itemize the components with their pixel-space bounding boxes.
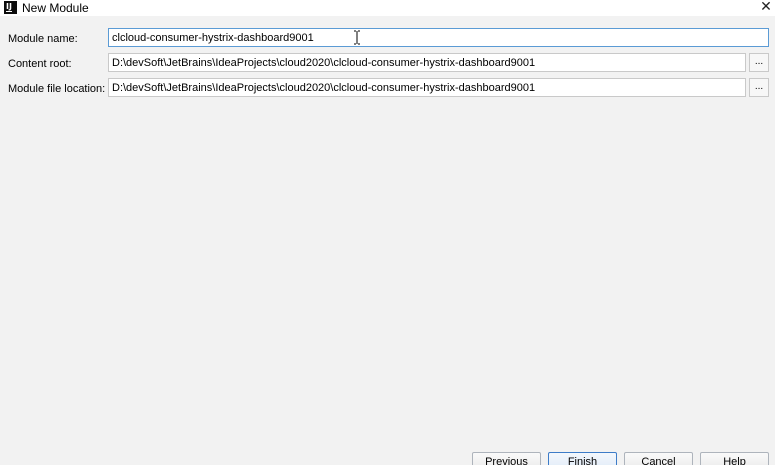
intellij-idea-icon: IJ [4, 1, 17, 14]
new-module-dialog: IJ New Module ✕ Module name: Content roo… [0, 0, 775, 465]
module-file-location-input[interactable] [108, 78, 746, 97]
text-cursor-icon [354, 30, 360, 45]
content-root-label: Content root: [8, 58, 72, 70]
module-name-label: Module name: [8, 33, 78, 45]
title-bar: IJ New Module ✕ [0, 0, 775, 16]
content-root-browse-button[interactable]: ... [749, 53, 769, 72]
finish-button[interactable]: Finish [548, 452, 617, 465]
window-title: New Module [22, 1, 89, 15]
module-file-location-label: Module file location: [8, 83, 106, 95]
module-file-location-browse-button[interactable]: ... [749, 78, 769, 97]
content-root-input[interactable] [108, 53, 746, 72]
close-icon[interactable]: ✕ [759, 0, 773, 14]
previous-button[interactable]: Previous [472, 452, 541, 465]
module-name-input[interactable] [108, 28, 769, 47]
cancel-button[interactable]: Cancel [624, 452, 693, 465]
help-button[interactable]: Help [700, 452, 769, 465]
